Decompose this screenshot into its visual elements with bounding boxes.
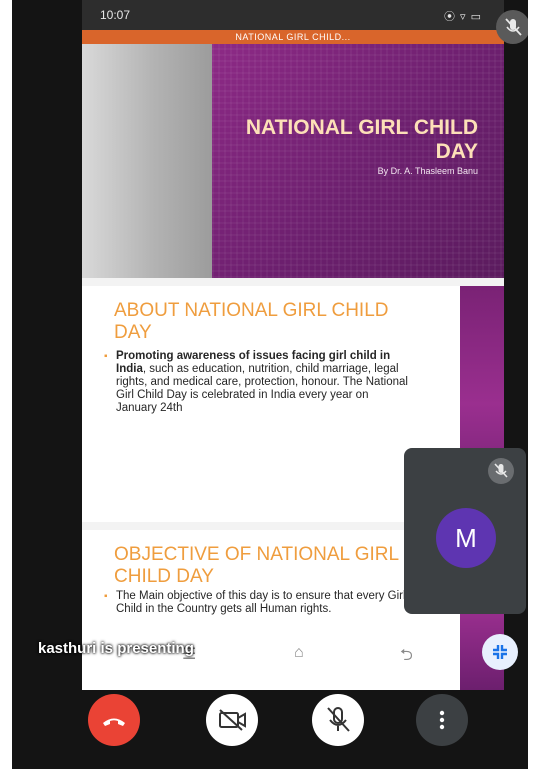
slide-body: ▪ The Main objective of this day is to e… (104, 590, 412, 616)
end-call-button[interactable] (88, 694, 140, 746)
layout-icon (493, 645, 507, 659)
mic-off-icon (327, 707, 350, 732)
slide-heading: OBJECTIVE OF NATIONAL GIRL CHILD DAY (114, 544, 399, 587)
slide-author: By Dr. A. Thasleem Banu (377, 166, 478, 176)
slide-grey-panel (82, 44, 212, 278)
home-icon: ⌂ (294, 644, 304, 661)
presenting-label: kasthuri is presenting (38, 640, 194, 657)
slide-body: ▪ Promoting awareness of issues facing g… (104, 350, 412, 415)
mic-off-icon (488, 458, 514, 484)
more-options-icon (439, 710, 445, 730)
document-title-bar: NATIONAL GIRL CHILD... (82, 30, 504, 44)
bullet-icon: ▪ (104, 351, 108, 362)
end-call-icon (103, 718, 125, 726)
camera-off-button[interactable] (206, 694, 258, 746)
layout-button[interactable] (482, 634, 518, 670)
status-time: 10:07 (100, 8, 131, 22)
mic-off-icon (496, 10, 528, 44)
bullet-icon: ▪ (104, 591, 108, 602)
mic-off-button[interactable] (312, 694, 364, 746)
call-controls (0, 680, 533, 760)
slide-body-text: , such as education, nutrition, child ma… (116, 363, 408, 414)
camera-off-icon (219, 709, 246, 731)
more-options-button[interactable] (416, 694, 468, 746)
phone-status-bar: 10:07 ⦿ ▿ ▭ (82, 0, 504, 30)
back-icon: ⮌ (400, 647, 413, 664)
slide-main-title: NATIONAL GIRL CHILD DAY (245, 116, 478, 163)
avatar: M (436, 508, 496, 568)
slide-heading: ABOUT NATIONAL GIRL CHILD DAY (114, 300, 389, 343)
slide-title: NATIONAL GIRL CHILD DAY By Dr. A. Thasle… (82, 44, 504, 278)
status-icons: ⦿ ▿ ▭ (443, 11, 482, 23)
participant-tile[interactable]: M (404, 448, 526, 614)
slide-body-text: The Main objective of this day is to ens… (116, 590, 406, 615)
